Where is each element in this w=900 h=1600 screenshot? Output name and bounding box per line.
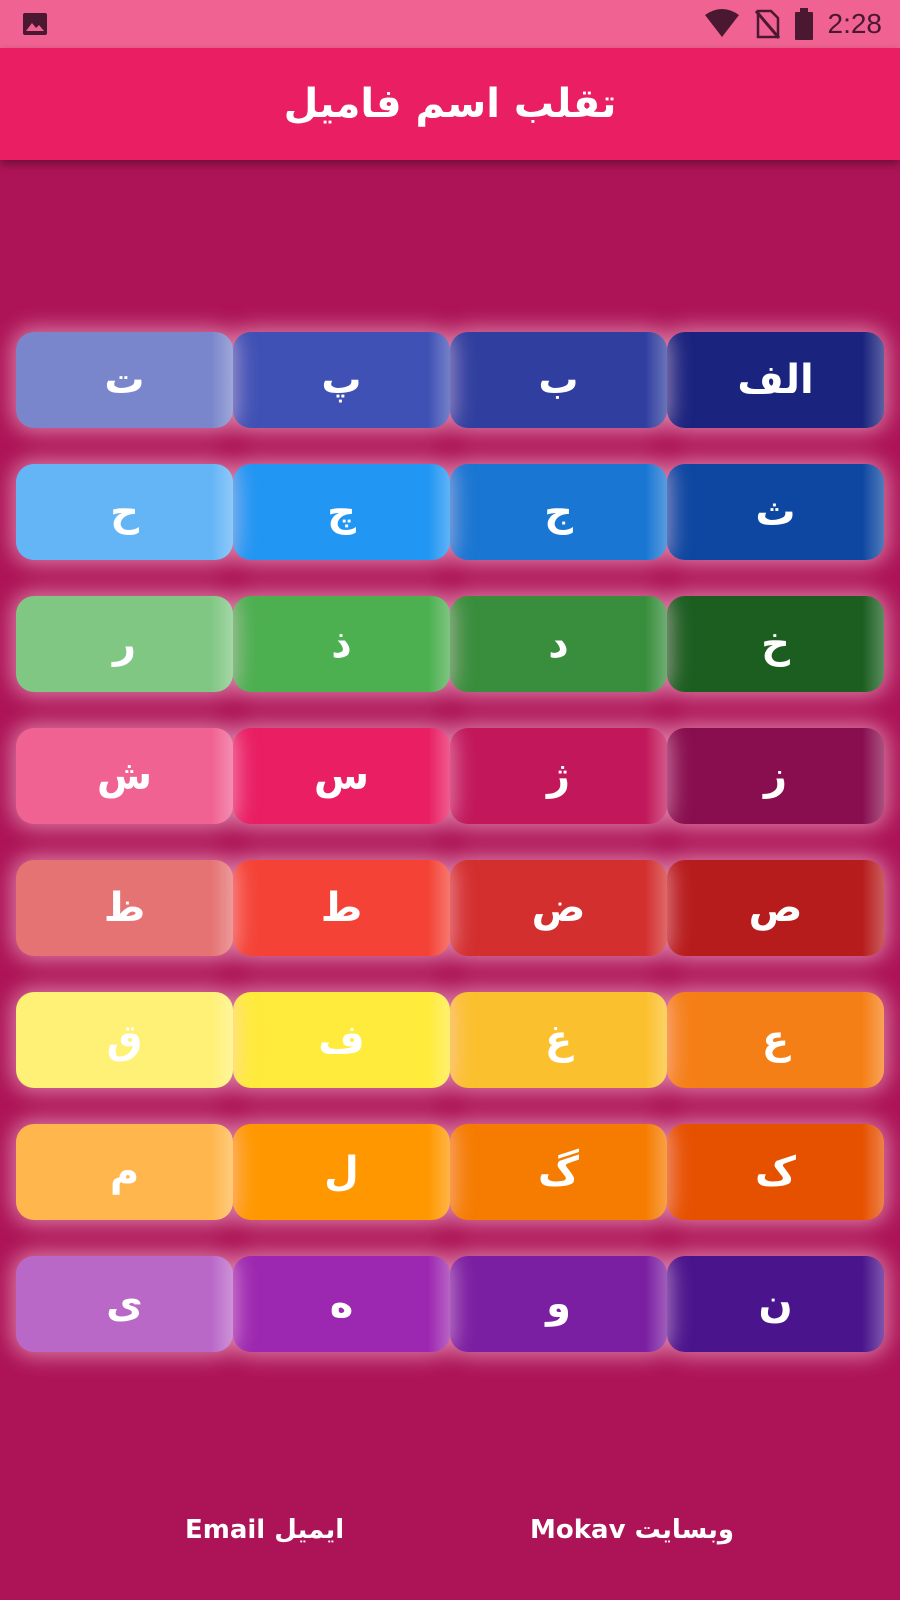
app-title: تقلب اسم فامیل <box>283 81 617 127</box>
letter-button[interactable]: ت <box>16 332 233 428</box>
letter-button[interactable]: ط <box>233 860 450 956</box>
app-bar: تقلب اسم فامیل <box>0 48 900 160</box>
letter-button[interactable]: ی <box>16 1256 233 1352</box>
email-link[interactable]: Email ایمیل <box>185 1500 344 1560</box>
letter-button[interactable]: م <box>16 1124 233 1220</box>
battery-icon <box>794 8 813 40</box>
status-icons: 2:28 <box>704 0 883 48</box>
letter-button[interactable]: الف <box>667 332 884 428</box>
letter-button[interactable]: س <box>233 728 450 824</box>
letter-button[interactable]: ب <box>450 332 667 428</box>
letter-button[interactable]: چ <box>233 464 450 560</box>
status-time: 2:28 <box>827 8 883 39</box>
letter-button[interactable]: خ <box>667 596 884 692</box>
letter-button[interactable]: پ <box>233 332 450 428</box>
letter-button[interactable]: ج <box>450 464 667 560</box>
letter-grid: الف ب پ ت ث ج چ ح خ د ذ ر ز ژ س ش ص ض ط ظ ع غ ف ق ک گ ل م ن و ه ی <box>16 332 884 1352</box>
letter-button[interactable]: ل <box>233 1124 450 1220</box>
website-link[interactable]: Mokav وبسایت <box>530 1500 734 1560</box>
letter-button[interactable]: ع <box>667 992 884 1088</box>
letter-button[interactable]: ذ <box>233 596 450 692</box>
footer: Email ایمیل Mokav وبسایت <box>0 1500 900 1560</box>
letter-button[interactable]: ف <box>233 992 450 1088</box>
letter-button[interactable]: ث <box>667 464 884 560</box>
letter-button[interactable]: ح <box>16 464 233 560</box>
letter-button[interactable]: ض <box>450 860 667 956</box>
letter-button[interactable]: ص <box>667 860 884 956</box>
letter-button[interactable]: ر <box>16 596 233 692</box>
letter-button[interactable]: ک <box>667 1124 884 1220</box>
letter-button[interactable]: و <box>450 1256 667 1352</box>
wifi-icon <box>704 9 739 37</box>
letter-button[interactable]: ه <box>233 1256 450 1352</box>
status-bar: 2:28 <box>0 0 900 48</box>
no-sim-icon <box>754 9 780 39</box>
letter-button[interactable]: ق <box>16 992 233 1088</box>
letter-button[interactable]: ز <box>667 728 884 824</box>
letter-button[interactable]: گ <box>450 1124 667 1220</box>
letter-button[interactable]: غ <box>450 992 667 1088</box>
letter-button[interactable]: ش <box>16 728 233 824</box>
image-icon <box>23 13 47 35</box>
letter-button[interactable]: ن <box>667 1256 884 1352</box>
letter-button[interactable]: ژ <box>450 728 667 824</box>
letter-button[interactable]: ظ <box>16 860 233 956</box>
letter-button[interactable]: د <box>450 596 667 692</box>
